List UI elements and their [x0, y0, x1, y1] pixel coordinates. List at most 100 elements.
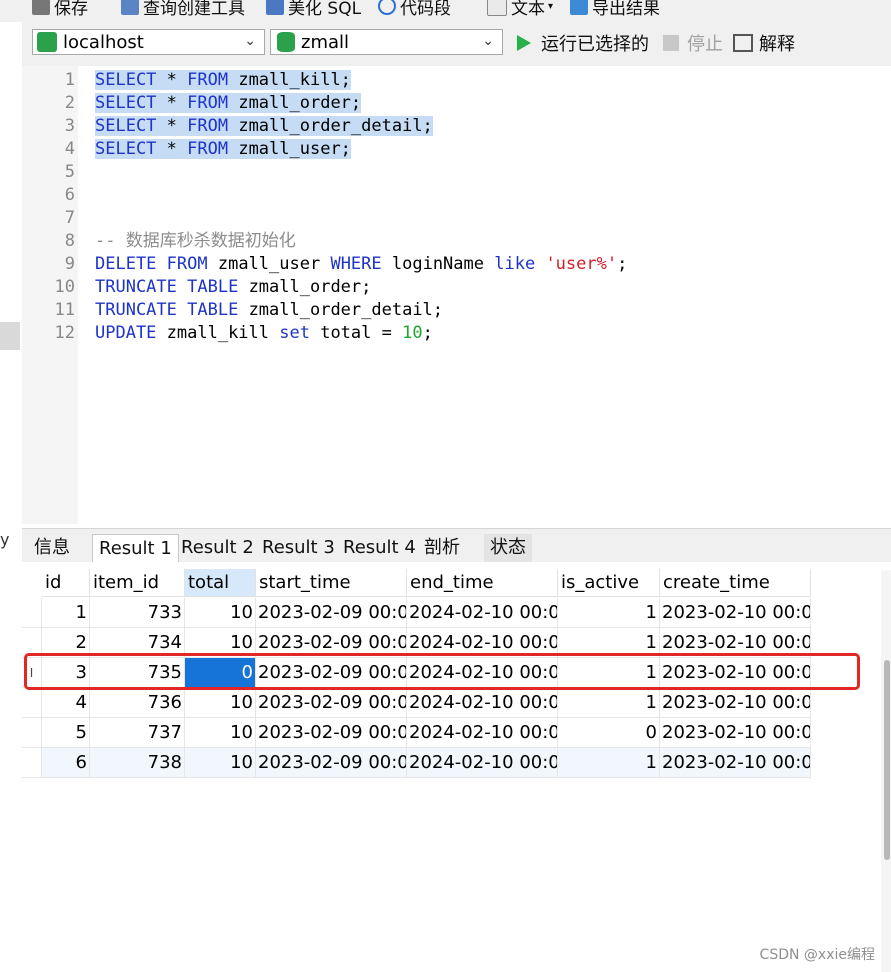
explain-label: 解释: [759, 34, 795, 55]
table-cell-item-id[interactable]: 733: [90, 598, 185, 628]
run-selected-button[interactable]: 运行已选择的: [517, 32, 649, 55]
line-number: 11: [54, 300, 75, 320]
table-cell-is-active[interactable]: 0: [558, 718, 660, 748]
connection-select[interactable]: localhost ⌄: [32, 29, 265, 55]
database-select[interactable]: zmall ⌄: [270, 29, 503, 55]
stop-label: 停止: [687, 34, 723, 55]
row-selector[interactable]: [22, 748, 42, 778]
play-icon: [517, 35, 531, 51]
query-builder-icon: [121, 0, 139, 15]
connection-icon: [37, 32, 57, 52]
line-number: 10: [54, 277, 75, 297]
table-cell-end-time[interactable]: 2024-02-10 00:0: [407, 598, 558, 628]
column-header-id[interactable]: id: [42, 569, 90, 597]
scrollbar-thumb[interactable]: [884, 660, 890, 860]
table-cell-total[interactable]: 10: [185, 718, 256, 748]
explain-icon: [733, 34, 753, 52]
connection-value: localhost: [63, 31, 144, 53]
table-cell-end-time[interactable]: 2024-02-10 00:0: [407, 718, 558, 748]
snippet-button[interactable]: 代码段: [378, 0, 451, 19]
text-button[interactable]: 文本 ▾: [487, 0, 554, 19]
line-number: 2: [64, 93, 75, 113]
table-cell-total[interactable]: 10: [185, 688, 256, 718]
text-label: 文本: [511, 0, 545, 19]
chevron-down-icon: ⌄: [244, 33, 256, 49]
table-cell-id[interactable]: 5: [42, 718, 90, 748]
line-number: 8: [64, 231, 75, 251]
tab-result-1[interactable]: Result 1: [92, 534, 179, 563]
explain-button[interactable]: 解释: [733, 32, 795, 55]
chevron-down-icon: ⌄: [482, 33, 494, 49]
table-cell-create-time[interactable]: 2023-02-10 00:0: [660, 718, 811, 748]
table-cell-create-time[interactable]: 2023-02-10 00:0: [660, 688, 811, 718]
table-cell-id[interactable]: 6: [42, 748, 90, 778]
save-icon: [32, 0, 50, 15]
row-selector[interactable]: [22, 598, 42, 628]
code-line: TRUNCATE TABLE zmall_order_detail;: [95, 300, 444, 320]
main-toolbar: 保存 查询创建工具 美化 SQL 代码段 文本 ▾ 导出结果: [0, 0, 891, 22]
beautify-icon: [266, 0, 284, 15]
export-result-button[interactable]: 导出结果: [570, 0, 660, 19]
tab-result-2[interactable]: Result 2: [175, 534, 260, 562]
table-cell-item-id[interactable]: 737: [90, 718, 185, 748]
column-header-end-time[interactable]: end_time: [407, 569, 558, 597]
table-cell-item-id[interactable]: 738: [90, 748, 185, 778]
table-cell-is-active[interactable]: 1: [558, 748, 660, 778]
query-builder-label: 查询创建工具: [143, 0, 245, 19]
column-header-start-time[interactable]: start_time: [256, 569, 407, 597]
table-cell-total[interactable]: 10: [185, 598, 256, 628]
table-cell-start-time[interactable]: 2023-02-09 00:0: [256, 598, 407, 628]
table-cell-start-time[interactable]: 2023-02-09 00:0: [256, 718, 407, 748]
snippet-label: 代码段: [400, 0, 451, 19]
table-row[interactable]: 1 733 10 2023-02-09 00:0 2024-02-10 00:0 1 202…: [22, 598, 812, 628]
watermark: CSDN @xxie编程: [759, 947, 875, 963]
save-label: 保存: [54, 0, 88, 19]
table-cell-id[interactable]: 1: [42, 598, 90, 628]
column-header-is-active[interactable]: is_active: [558, 569, 660, 597]
tab-info[interactable]: 信息: [28, 534, 76, 562]
column-header-item-id[interactable]: item_id: [90, 569, 185, 597]
stop-button[interactable]: 停止: [663, 32, 723, 55]
snippet-icon: [378, 0, 396, 15]
row-selector[interactable]: [22, 688, 42, 718]
tab-status[interactable]: 状态: [484, 534, 532, 562]
table-cell-create-time[interactable]: 2023-02-10 00:0: [660, 748, 811, 778]
table-cell-end-time[interactable]: 2024-02-10 00:0: [407, 688, 558, 718]
line-number: 9: [64, 254, 75, 274]
table-cell-create-time[interactable]: 2023-02-10 00:0: [660, 598, 811, 628]
line-number: 3: [64, 116, 75, 136]
table-cell-start-time[interactable]: 2023-02-09 00:0: [256, 688, 407, 718]
annotation-highlight-box: [24, 653, 860, 690]
export-label: 导出结果: [592, 0, 660, 19]
database-icon: [277, 32, 295, 52]
beautify-sql-button[interactable]: 美化 SQL: [266, 0, 362, 19]
tab-result-3[interactable]: Result 3: [256, 534, 341, 562]
row-selector[interactable]: [22, 718, 42, 748]
table-cell-end-time[interactable]: 2024-02-10 00:0: [407, 748, 558, 778]
table-row[interactable]: 5 737 10 2023-02-09 00:0 2024-02-10 00:0 0 202…: [22, 718, 812, 748]
side-panel-edge: [0, 322, 20, 350]
line-number: 4: [64, 139, 75, 159]
code-line: SELECT * FROM zmall_order;: [95, 93, 362, 113]
table-cell-item-id[interactable]: 736: [90, 688, 185, 718]
tab-result-4[interactable]: Result 4: [337, 534, 422, 562]
chevron-down-icon: ▾: [548, 0, 554, 12]
table-cell-id[interactable]: 4: [42, 688, 90, 718]
line-number: 1: [64, 70, 75, 90]
column-header-total[interactable]: total: [185, 569, 256, 597]
run-selected-label: 运行已选择的: [541, 34, 649, 55]
save-button[interactable]: 保存: [32, 0, 88, 19]
table-row[interactable]: 6 738 10 2023-02-09 00:0 2024-02-10 00:0 1 202…: [22, 748, 812, 778]
table-row[interactable]: 4 736 10 2023-02-09 00:0 2024-02-10 00:0 1 202…: [22, 688, 812, 718]
table-cell-is-active[interactable]: 1: [558, 688, 660, 718]
table-cell-total[interactable]: 10: [185, 748, 256, 778]
beautify-label: 美化 SQL: [288, 0, 362, 19]
code-line: UPDATE zmall_kill set total = 10;: [95, 323, 433, 343]
side-panel-text: y: [0, 530, 10, 549]
code-line: TRUNCATE TABLE zmall_order;: [95, 277, 372, 297]
column-header-create-time[interactable]: create_time: [660, 569, 811, 597]
table-cell-is-active[interactable]: 1: [558, 598, 660, 628]
tab-profile[interactable]: 剖析: [418, 534, 466, 562]
query-builder-button[interactable]: 查询创建工具: [121, 0, 245, 19]
table-cell-start-time[interactable]: 2023-02-09 00:0: [256, 748, 407, 778]
